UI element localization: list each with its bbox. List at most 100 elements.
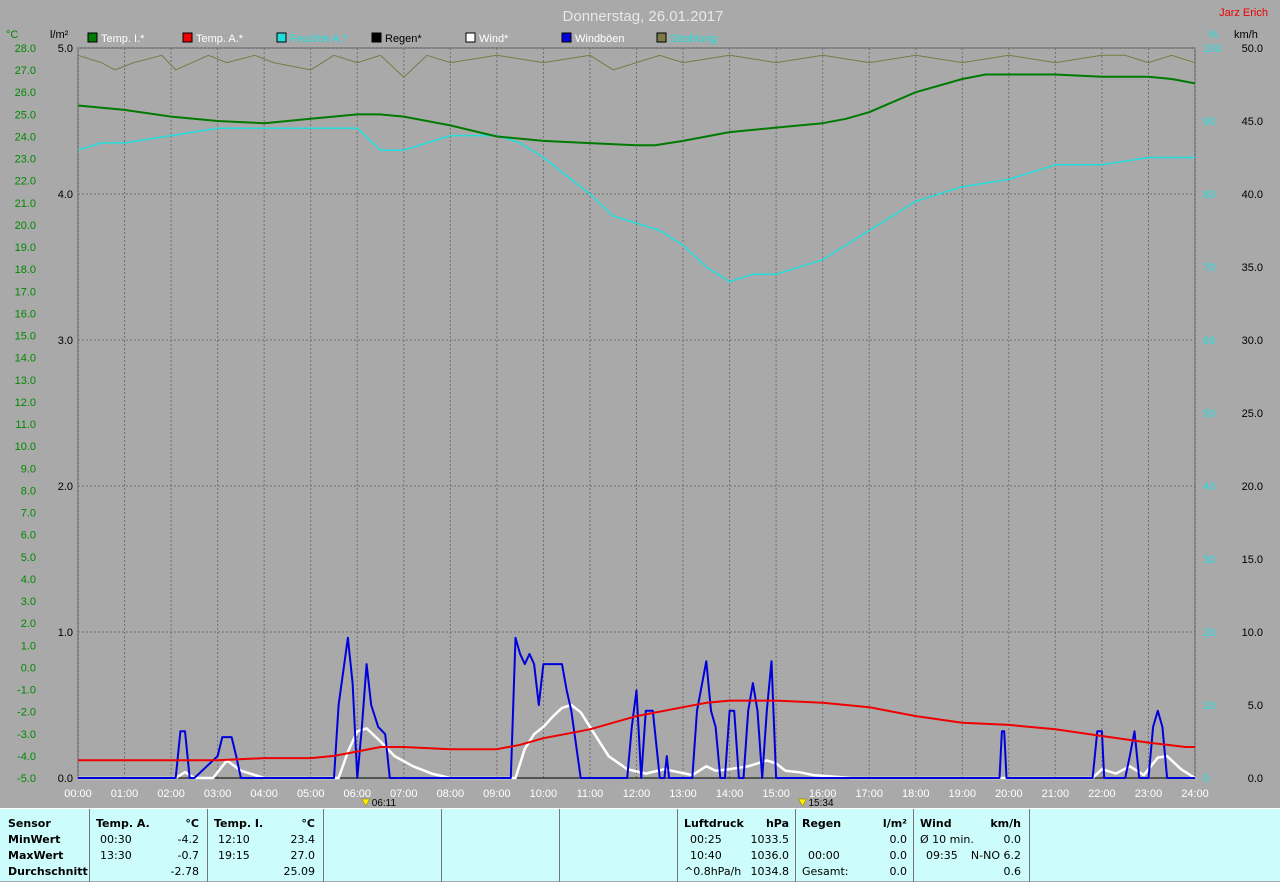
rain-tick-label: 5.0 <box>58 43 73 55</box>
wind-tick-label: 45.0 <box>1242 116 1263 128</box>
legend-swatch <box>276 32 287 43</box>
sunrise-time-label: 06:11 <box>372 798 397 808</box>
wind-tick-label: 30.0 <box>1242 335 1263 347</box>
unit-humidity-label: % <box>1208 29 1218 41</box>
time-tick-label: 19:00 <box>949 788 977 800</box>
pressure-trend: ^0.8hPa/h <box>684 865 742 878</box>
temp-in-max-value: 27.0 <box>290 849 316 862</box>
temp-tick-label: 21.0 <box>15 198 36 210</box>
wind-tick-label: 50.0 <box>1242 43 1263 55</box>
rain-time: 00:00 <box>808 849 840 862</box>
stats-panel: Sensor MinWert MaxWert Durchschnitt Temp… <box>0 808 1280 882</box>
temp-out-avg-value: -2.78 <box>170 865 199 878</box>
wind-tick-label: 15.0 <box>1242 554 1263 566</box>
temp-tick-label: 23.0 <box>15 154 36 166</box>
temp-tick-label: -3.0 <box>17 729 36 741</box>
wind-max-time: 09:35 <box>926 849 958 862</box>
temp-tick-label: 13.0 <box>15 375 36 387</box>
temp-in-max-time: 19:15 <box>218 849 250 862</box>
time-tick-label: 08:00 <box>437 788 465 800</box>
legend-label: Windböen <box>575 33 625 45</box>
time-tick-label: 01:00 <box>111 788 139 800</box>
temp-tick-label: 5.0 <box>21 552 36 564</box>
temp-tick-label: 16.0 <box>15 308 36 320</box>
unit-rain-label: l/m² <box>50 29 69 41</box>
panel-col-temp-out: Temp. A. °C 00:30 -4.2 13:30 -0.7 -2.78 <box>90 809 208 882</box>
temp-out-max-value: -0.7 <box>177 849 199 862</box>
time-tick-label: 13:00 <box>669 788 697 800</box>
temp-tick-label: 20.0 <box>15 220 36 232</box>
temp-tick-label: 17.0 <box>15 286 36 298</box>
rain-tick-label: 3.0 <box>58 335 73 347</box>
time-tick-label: 04:00 <box>250 788 278 800</box>
time-tick-label: 12:00 <box>623 788 651 800</box>
time-tick-label: 20:00 <box>995 788 1023 800</box>
time-tick-label: 24:00 <box>1181 788 1209 800</box>
wind-avg-value: 0.0 <box>1003 833 1022 846</box>
unit-wind-label: km/h <box>1234 29 1258 41</box>
humidity-tick-label: 20 <box>1203 627 1215 639</box>
panel-col-empty-1 <box>324 809 442 882</box>
humidity-tick-label: 100 <box>1203 43 1221 55</box>
rain-tick-label: 1.0 <box>58 627 73 639</box>
time-tick-label: 06:00 <box>343 788 371 800</box>
sensor-header: Sensor <box>8 817 51 830</box>
legend-label: Strahlung <box>670 33 717 45</box>
temp-tick-label: 28.0 <box>15 43 36 55</box>
temp-tick-label: 8.0 <box>21 485 36 497</box>
temp-tick-label: 7.0 <box>21 508 36 520</box>
panel-col-pressure: Luftdruck hPa 00:25 1033.5 10:40 1036.0 … <box>678 809 796 882</box>
temp-tick-label: 14.0 <box>15 353 36 365</box>
humidity-tick-label: 10 <box>1203 700 1215 712</box>
legend-swatch <box>182 32 193 43</box>
humidity-tick-label: 40 <box>1203 481 1215 493</box>
humidity-tick-label: 70 <box>1203 262 1215 274</box>
pressure-min-time: 00:25 <box>690 833 722 846</box>
temp-tick-label: 9.0 <box>21 463 36 475</box>
time-tick-label: 05:00 <box>297 788 325 800</box>
rain-day-value: 0.0 <box>889 833 908 846</box>
pressure-max-value: 1036.0 <box>750 849 790 862</box>
wind-avg2-value: 0.6 <box>1003 865 1022 878</box>
time-tick-label: 10:00 <box>530 788 558 800</box>
rain-total-value: 0.0 <box>889 865 908 878</box>
temp-out-min-value: -4.2 <box>177 833 199 846</box>
temp-in-min-time: 12:10 <box>218 833 250 846</box>
time-tick-label: 18:00 <box>902 788 930 800</box>
pressure-avg-value: 1034.8 <box>750 865 790 878</box>
legend-swatch <box>87 32 98 43</box>
temp-tick-label: 24.0 <box>15 131 36 143</box>
temp-out-header: Temp. A. <box>96 817 150 830</box>
station-label: Jarz Erich <box>1219 7 1268 19</box>
wind-tick-label: 5.0 <box>1248 700 1263 712</box>
panel-col-wind: Wind km/h Ø 10 min. 0.0 09:35 N-NO 6.2 0… <box>914 809 1030 882</box>
temp-tick-label: 10.0 <box>15 441 36 453</box>
legend-label: Feuchte A.* <box>290 33 348 45</box>
temp-tick-label: 4.0 <box>21 574 36 586</box>
wind-tick-label: 35.0 <box>1242 262 1263 274</box>
rain-header: Regen <box>802 817 842 830</box>
legend-label: Temp. I.* <box>101 33 145 45</box>
wind-header: Wind <box>920 817 952 830</box>
pressure-header: Luftdruck <box>684 817 744 830</box>
humidity-tick-label: 0 <box>1203 773 1209 785</box>
temp-tick-label: 1.0 <box>21 640 36 652</box>
rain-tick-label: 4.0 <box>58 189 73 201</box>
time-tick-label: 22:00 <box>1088 788 1116 800</box>
chart-title: Donnerstag, 26.01.2017 <box>563 8 724 25</box>
panel-col-sensor: Sensor MinWert MaxWert Durchschnitt <box>0 809 90 882</box>
rain-total-label: Gesamt: <box>802 865 849 878</box>
temp-in-header: Temp. I. <box>214 817 264 830</box>
temp-tick-label: -5.0 <box>17 773 36 785</box>
rain-tick-label: 2.0 <box>58 481 73 493</box>
wind-max-direction: N-NO 6.2 <box>970 849 1021 862</box>
temp-tick-label: 19.0 <box>15 242 36 254</box>
weather-chart: Donnerstag, 26.01.2017 Jarz Erich °C l/m… <box>0 0 1280 808</box>
time-tick-label: 15:00 <box>762 788 790 800</box>
wind-tick-label: 40.0 <box>1242 189 1263 201</box>
temp-tick-label: 18.0 <box>15 264 36 276</box>
temp-in-unit: °C <box>301 817 315 830</box>
pressure-min-value: 1033.5 <box>750 833 790 846</box>
temp-out-unit: °C <box>185 817 199 830</box>
sunset-time-label: 15:34 <box>808 798 833 808</box>
